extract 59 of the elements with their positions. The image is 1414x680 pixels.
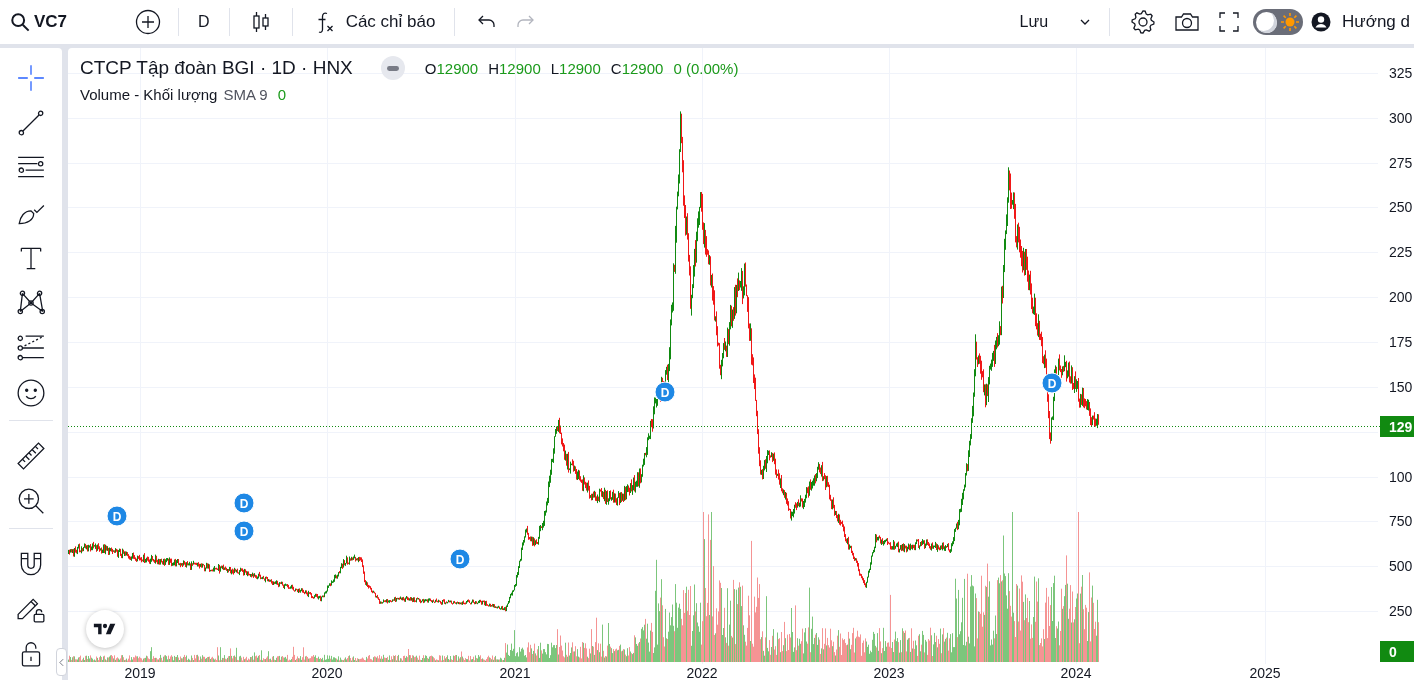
price-axis-label: 225 [1389,244,1413,260]
volume-value: 0 [277,86,286,103]
price-axis-label: 100 [1389,469,1413,485]
price-axis-label: 500 [1389,558,1413,574]
hide-legend-button[interactable] [380,56,405,80]
price-change: 0 (0.00%) [673,59,739,77]
save-button[interactable]: Lưu [1009,4,1059,40]
interval-button[interactable]: D [190,4,218,40]
fullscreen-icon [1217,10,1242,34]
price-axis-label: 300 [1389,110,1413,126]
dividend-marker: D [106,505,128,527]
logo-icon [86,610,124,648]
crosshair-icon [16,62,46,93]
dividend-marker: D [233,492,255,514]
price-axis-label: 150 [1389,379,1413,395]
price-axis-label: 750 [1389,513,1413,529]
price-axis-label: 250 [1389,199,1413,215]
time-axis-label: 2024 [1060,665,1092,680]
sun-icon [1280,12,1301,32]
plus-circle-icon [135,9,162,35]
time-axis-label: 2025 [1249,665,1281,680]
volume-value-label: 0 [1380,641,1414,662]
ohlc-value: 12900 [499,59,541,77]
chart-title: CTCP Tập đoàn BGI · 1D · HNX [80,57,353,79]
time-axis-label: 2022 [686,665,718,680]
price-axis-label: 250 [1389,603,1413,619]
help-button[interactable]: Hướng d [1303,4,1414,40]
price-axis-label: 325 [1389,65,1413,81]
ohlc-value: 12900 [559,59,601,77]
ohlc-value: 12900 [621,59,664,77]
ohlc-label: H [488,59,500,77]
theme-toggle[interactable] [1253,9,1304,35]
time-axis-label: 2023 [873,665,905,680]
ohlc-label: O [424,59,437,77]
dividend-marker: D [654,381,676,403]
smiley-icon [16,377,46,408]
user-icon [1311,12,1332,32]
minus-icon [386,65,399,71]
indicators-button[interactable]: Các chỉ báo [303,4,444,40]
time-axis-label: 2019 [124,665,156,680]
ohlc-label: L [550,59,560,77]
volume-sma-label: SMA 9 [223,86,268,103]
settings-icon [1129,8,1158,36]
dividend-marker: D [1041,372,1063,394]
ruler-icon [16,440,46,471]
last-price-label: 129 [1380,416,1414,437]
ohlc-label: C [610,59,622,77]
symbol-search-button[interactable]: VC7 [4,4,74,40]
time-axis-label: 2021 [499,665,531,680]
search-icon [10,12,30,32]
ohlc-value: 12900 [436,59,479,77]
dividend-marker: D [233,520,255,542]
price-axis-label: 175 [1389,334,1413,350]
volume-indicator-title: Volume - Khối lượng [80,86,218,103]
dividend-marker: D [449,548,471,570]
price-axis-label: 200 [1389,289,1413,305]
chevron-left-icon [59,657,64,667]
price-axis-label: 275 [1389,155,1413,171]
time-axis-label: 2020 [311,665,343,680]
